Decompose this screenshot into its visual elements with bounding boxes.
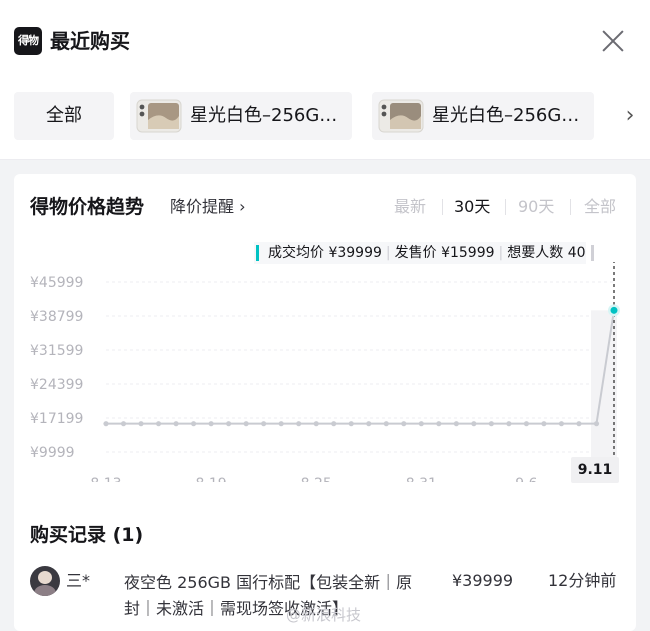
- stats-divider: |: [385, 245, 391, 261]
- data-point: [558, 421, 565, 427]
- tab-product-2[interactable]: 星光白色–256G…: [372, 92, 594, 140]
- chevron-right-icon[interactable]: ›: [620, 105, 640, 127]
- record-price: ¥39999: [452, 571, 514, 590]
- x-tick-active: 9.11: [571, 457, 619, 483]
- x-tick-label: 8.25: [301, 476, 332, 482]
- record-time: 12分钟前: [548, 571, 617, 590]
- header: 得物 最近购买: [0, 0, 650, 82]
- y-tick-label: ¥9999: [30, 445, 75, 461]
- highlight-point: [610, 306, 618, 314]
- tab-product-label: 星光白色–256G…: [432, 105, 580, 126]
- product-tabs: 全部 星光白色–256G… 星光白色–256G… ›: [0, 82, 650, 160]
- records-title: 购买记录 (1): [30, 524, 144, 546]
- data-point: [138, 421, 144, 427]
- x-tick-label: 8.19: [196, 476, 227, 482]
- data-point: [278, 421, 284, 427]
- data-point: [576, 421, 582, 427]
- trend-title: 得物价格趋势: [30, 196, 145, 218]
- tab-product-label: 星光白色–256G…: [190, 105, 338, 126]
- avatar: [30, 566, 60, 596]
- highlight-band: [591, 310, 617, 462]
- data-point: [471, 421, 477, 427]
- data-point: [523, 421, 530, 427]
- data-point: [190, 421, 197, 427]
- data-point: [173, 421, 179, 427]
- x-tick-label: 8.13: [90, 476, 121, 482]
- range-90d[interactable]: 90天: [518, 196, 554, 218]
- stats-accent-bar: [256, 245, 259, 261]
- data-point: [593, 421, 600, 427]
- data-point: [103, 421, 109, 427]
- data-point: [348, 421, 354, 427]
- wanted-count: 想要人数 40: [507, 245, 586, 261]
- phone-thumbnail-icon: [136, 99, 182, 133]
- app-logo: 得物: [14, 27, 42, 55]
- y-tick-label: ¥24399: [30, 377, 83, 393]
- range-30d[interactable]: 30天: [454, 196, 490, 218]
- x-tick-label: 8.31: [406, 476, 437, 482]
- price-trend-card: 得物价格趋势 降价提醒 › 最新 30天 90天 全部 成交均价 ¥39999 |…: [14, 174, 636, 631]
- y-tick-label: ¥31599: [30, 343, 83, 359]
- y-tick-label: ¥45999: [30, 275, 83, 291]
- range-divider: [442, 199, 443, 215]
- price-trend-chart[interactable]: ¥45999 ¥38799 ¥31599 ¥24399 ¥17199 ¥9999 8.13 8…: [14, 262, 636, 482]
- data-point: [120, 421, 127, 427]
- data-point: [453, 421, 459, 427]
- x-tick-label: 9.6: [515, 476, 537, 482]
- price-stats: 成交均价 ¥39999 | 发售价 ¥15999 | 想要人数 40: [254, 242, 594, 264]
- data-point: [261, 421, 267, 427]
- data-point: [313, 421, 319, 427]
- data-point: [366, 421, 372, 427]
- watermark: @新浪科技: [286, 606, 362, 624]
- range-latest[interactable]: 最新: [394, 196, 426, 218]
- range-divider: [505, 199, 506, 215]
- data-point: [541, 421, 547, 427]
- stats-end-bar: [590, 245, 594, 261]
- stats-divider: |: [498, 245, 504, 261]
- y-tick-label: ¥38799: [30, 309, 83, 325]
- record-description: 夜空色 256GB 国行标配【包装全新｜原封｜未激活｜需现场签收激活】: [124, 573, 413, 618]
- series-line: [106, 310, 615, 425]
- data-point: [401, 421, 407, 427]
- data-point: [488, 421, 494, 427]
- launch-price: 发售价 ¥15999: [394, 245, 495, 261]
- avg-deal-price: 成交均价 ¥39999: [268, 245, 382, 261]
- data-point: [208, 421, 214, 427]
- y-tick-label: ¥17199: [30, 411, 83, 427]
- price-alert-link[interactable]: 降价提醒 ›: [170, 196, 246, 218]
- page-title: 最近购买: [50, 29, 130, 53]
- data-point: [436, 421, 442, 427]
- buyer-name: 三*: [66, 571, 91, 590]
- range-all[interactable]: 全部: [584, 196, 616, 218]
- close-icon[interactable]: [598, 26, 628, 56]
- data-point: [331, 421, 337, 427]
- data-point: [155, 421, 162, 427]
- data-point: [226, 421, 232, 427]
- data-point: [418, 421, 424, 427]
- tab-product-1[interactable]: 星光白色–256G…: [130, 92, 352, 140]
- data-point: [383, 421, 389, 427]
- data-point: [506, 421, 512, 427]
- range-divider: [570, 199, 571, 215]
- data-point: [243, 421, 249, 427]
- tab-all[interactable]: 全部: [14, 92, 114, 140]
- data-point: [296, 421, 302, 427]
- phone-thumbnail-icon: [378, 99, 424, 133]
